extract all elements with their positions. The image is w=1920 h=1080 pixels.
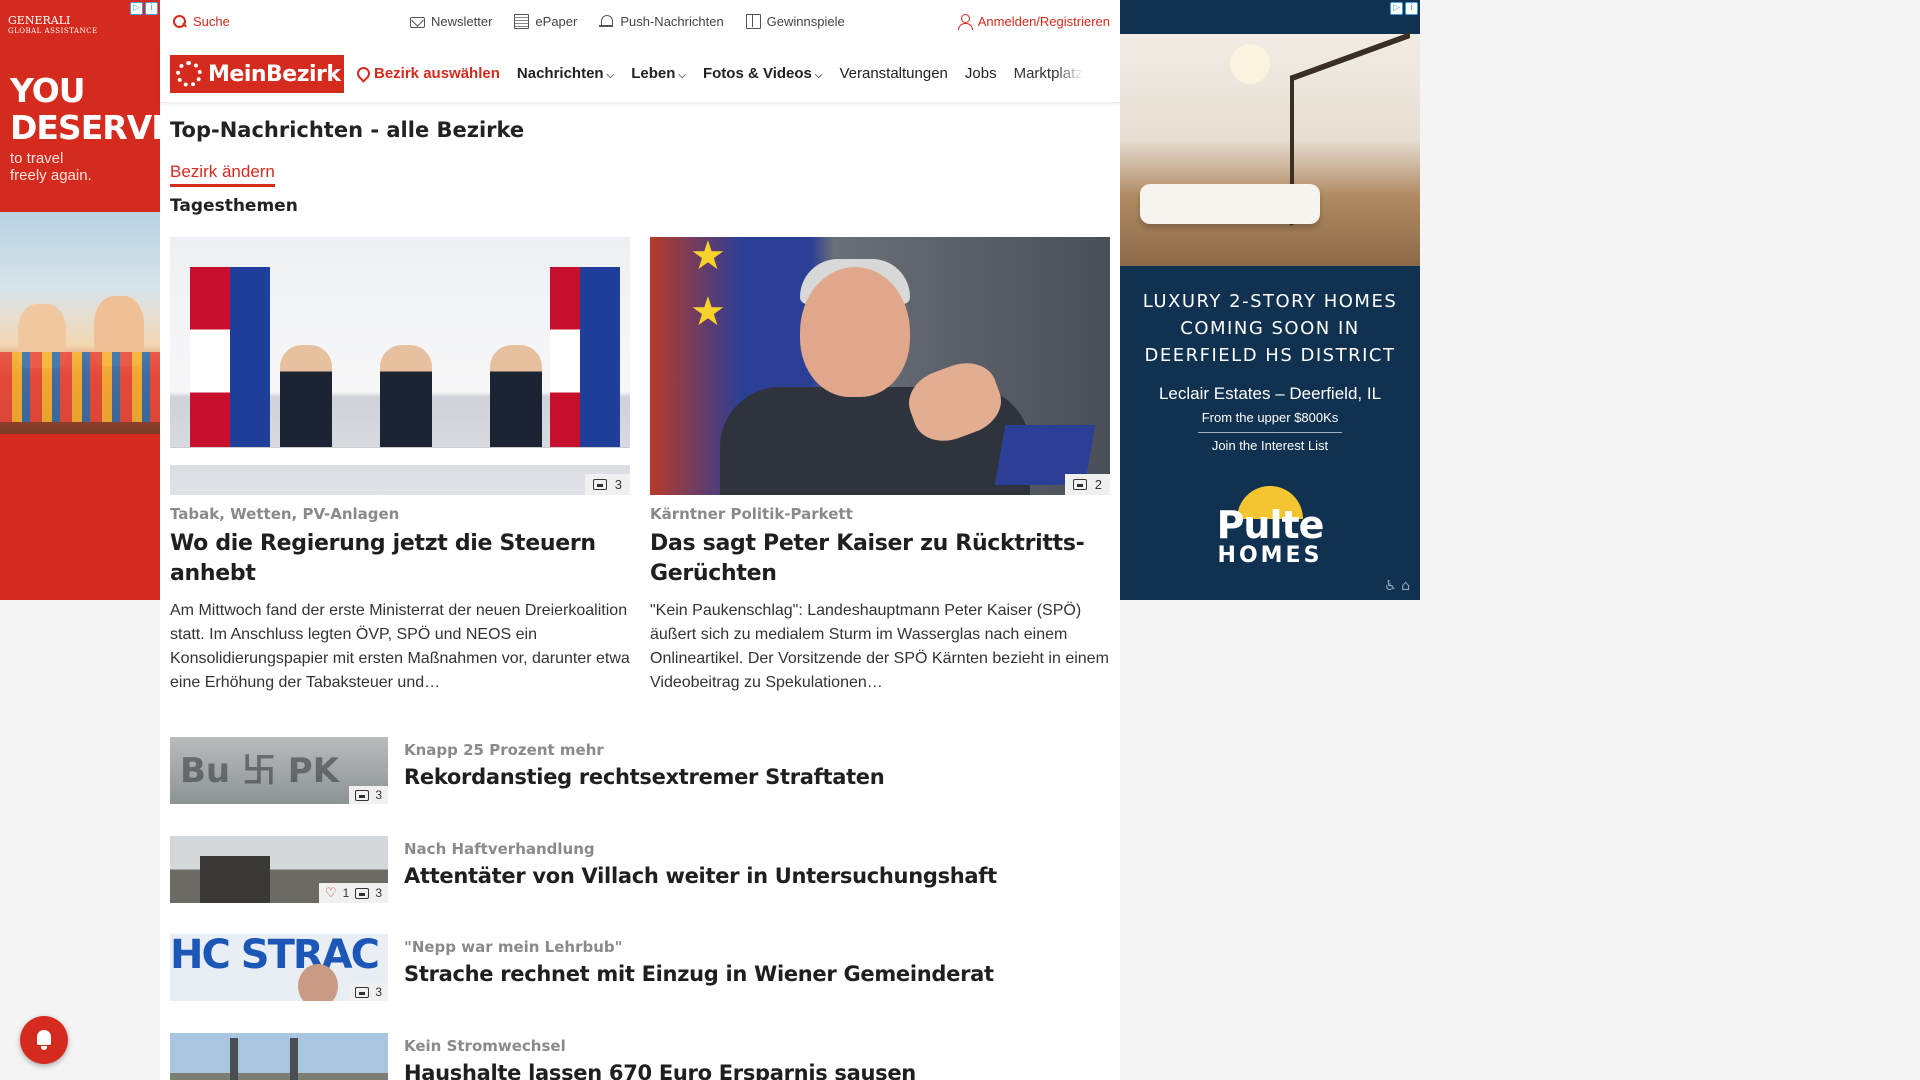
photos-icon	[355, 789, 370, 801]
article-teaser: Am Mittwoch fand der erste Ministerrat d…	[170, 602, 630, 691]
article-thumbnail[interactable]: 3	[170, 737, 388, 804]
newspaper-icon	[514, 14, 530, 29]
bell-icon	[599, 14, 614, 29]
ad-brand-logo: GENERALI GLOBAL ASSISTANCE	[8, 15, 98, 36]
ad-house-photo	[1120, 32, 1420, 266]
article-image[interactable]: ★ ★ 2	[650, 237, 1110, 495]
logo-mark-icon	[176, 61, 202, 87]
photo-count-badge: ♡ 1 3	[318, 883, 388, 903]
list-article[interactable]: ♡ 1 3 Nach Haftverhandlung Attentäter von…	[170, 836, 1100, 904]
article-kicker: Kärntner Politik-Parkett	[650, 505, 853, 523]
ad-brand-sub: GLOBAL ASSISTANCE	[8, 27, 98, 35]
user-icon	[957, 14, 973, 30]
search-link[interactable]: Suche	[172, 14, 230, 29]
nav-item-jobs[interactable]: Jobs	[965, 65, 997, 82]
ad-cta[interactable]: Join the Interest List	[1120, 438, 1420, 453]
pulte-homes-logo: Pulte HOMES	[1120, 486, 1420, 567]
ad-beach-photo	[0, 212, 160, 434]
photo-count-badge: 3	[349, 983, 388, 1001]
chevron-down-icon: ⌵	[814, 70, 823, 81]
ad-subline: to travel freely again.	[10, 150, 92, 184]
article-headline[interactable]: Attentäter von Villach weiter in Untersu…	[404, 864, 997, 888]
search-label: Suche	[193, 14, 230, 29]
main-navigation: MeinBezirk Bezirk auswählen Nachrichten ⌵…	[160, 45, 1120, 103]
gewinnspiele-link[interactable]: Gewinnspiele	[745, 14, 845, 29]
photos-icon	[1072, 479, 1087, 490]
heart-icon[interactable]: ♡	[325, 885, 337, 901]
photo-count-badge: 2	[1064, 474, 1110, 495]
article-kicker: Knapp 25 Prozent mehr	[404, 741, 604, 759]
list-article[interactable]: Kein Stromwechsel Haushalte lassen 670 E…	[170, 1033, 1100, 1080]
ad-community: Leclair Estates – Deerfield, IL	[1158, 384, 1382, 403]
accessibility-icon: ♿ ⌂	[1384, 578, 1410, 594]
adchoices-icon[interactable]: ▷ i	[130, 2, 158, 15]
article-teaser: "Kein Paukenschlag": Landeshauptmann Pet…	[650, 602, 1109, 691]
push-notifications-link[interactable]: Push-Nachrichten	[599, 14, 724, 29]
article-headline[interactable]: Wo die Regierung jetzt die Steuern anheb…	[170, 529, 630, 589]
article-headline[interactable]: Das sagt Peter Kaiser zu Rücktritts-Gerü…	[650, 529, 1110, 589]
site-logo[interactable]: MeinBezirk	[170, 55, 344, 93]
bell-icon	[35, 1030, 53, 1050]
nav-item-fotos-videos[interactable]: Fotos & Videos ⌵	[703, 65, 823, 82]
article-headline[interactable]: Haushalte lassen 670 Euro Ersparnis saus…	[404, 1061, 916, 1080]
article-thumbnail[interactable]	[170, 1033, 388, 1080]
chevron-down-icon: ⌵	[606, 70, 615, 81]
mail-icon	[410, 17, 425, 28]
nav-item-leben[interactable]: Leben ⌵	[631, 65, 686, 82]
section-title: Tagesthemen	[170, 196, 298, 216]
ad-headline: LUXURY 2-STORY HOMES COMING SOON IN DEER…	[1142, 291, 1398, 366]
newsletter-link[interactable]: Newsletter	[410, 14, 492, 29]
article-thumbnail[interactable]: 3	[170, 934, 388, 1001]
ad-headline: YOU DESERVE	[10, 71, 160, 147]
article-headline[interactable]: Strache rechnet mit Einzug in Wiener Gem…	[404, 962, 994, 986]
left-ad-banner[interactable]: GENERALI GLOBAL ASSISTANCE ▷ i YOU DESERV…	[0, 0, 160, 600]
login-link[interactable]: Anmelden/Registrieren	[957, 14, 1110, 30]
notification-bell-button[interactable]	[20, 1016, 68, 1064]
ad-price: From the upper $800Ks	[1201, 410, 1339, 425]
photos-icon	[355, 986, 370, 998]
list-article[interactable]: 3 Knapp 25 Prozent mehr Rekordanstieg re…	[170, 737, 1100, 805]
adchoices-icon[interactable]: ▷ i	[1390, 2, 1418, 15]
search-icon	[172, 14, 187, 29]
nav-item-veranstaltungen[interactable]: Veranstaltungen	[839, 65, 947, 82]
utility-bar: Suche Newsletter ePaper Push-Nachrichten…	[160, 0, 1120, 45]
article-thumbnail[interactable]: ♡ 1 3	[170, 836, 388, 903]
article-kicker: Kein Stromwechsel	[404, 1037, 566, 1055]
epaper-link[interactable]: ePaper	[514, 14, 577, 29]
article-kicker: Tabak, Wetten, PV-Anlagen	[170, 505, 400, 523]
featured-article-card[interactable]: 3 Tabak, Wetten, PV-Anlagen Wo die Regie…	[170, 237, 630, 695]
photos-icon	[592, 479, 607, 490]
article-kicker: "Nepp war mein Lehrbub"	[404, 938, 623, 956]
article-image[interactable]: 3	[170, 237, 630, 495]
article-kicker: Nach Haftverhandlung	[404, 840, 595, 858]
nav-item-nachrichten[interactable]: Nachrichten ⌵	[517, 65, 614, 82]
page-title: Top-Nachrichten - alle Bezirke	[170, 118, 525, 142]
location-pin-icon	[356, 67, 368, 81]
change-district-link[interactable]: Bezirk ändern	[170, 162, 275, 187]
list-article[interactable]: 3 "Nepp war mein Lehrbub" Strache rechne…	[170, 934, 1100, 1002]
chevron-down-icon: ⌵	[678, 70, 686, 81]
article-headline[interactable]: Rekordanstieg rechtsextremer Straftaten	[404, 765, 885, 789]
right-ad-banner[interactable]: ▷ i LUXURY 2-STORY HOMES COMING SOON IN D…	[1120, 0, 1420, 600]
select-district-button[interactable]: Bezirk auswählen	[356, 65, 500, 82]
featured-article-card[interactable]: ★ ★ 2 Kärntner Politik-Parkett Das sagt …	[650, 237, 1110, 695]
photos-icon	[355, 887, 370, 899]
gift-icon	[745, 14, 761, 29]
photo-count-badge: 3	[349, 786, 388, 804]
nav-item-marktplatz[interactable]: Marktplatz	[1014, 65, 1083, 82]
main-content: Suche Newsletter ePaper Push-Nachrichten…	[160, 0, 1120, 1080]
photo-count-badge: 3	[584, 474, 630, 495]
